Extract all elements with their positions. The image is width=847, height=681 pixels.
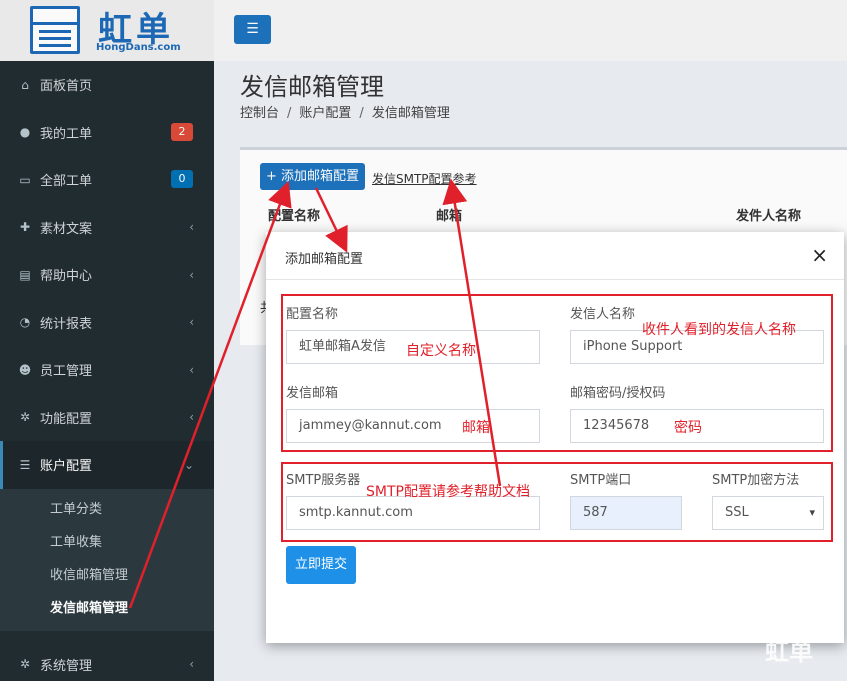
watermark: 虹单 xyxy=(765,638,813,666)
annotation-arrows xyxy=(128,178,502,609)
arrow-to-add-button xyxy=(128,180,292,609)
arrow-to-smtp-link xyxy=(442,178,502,487)
arrow-to-modal-title xyxy=(314,187,348,253)
